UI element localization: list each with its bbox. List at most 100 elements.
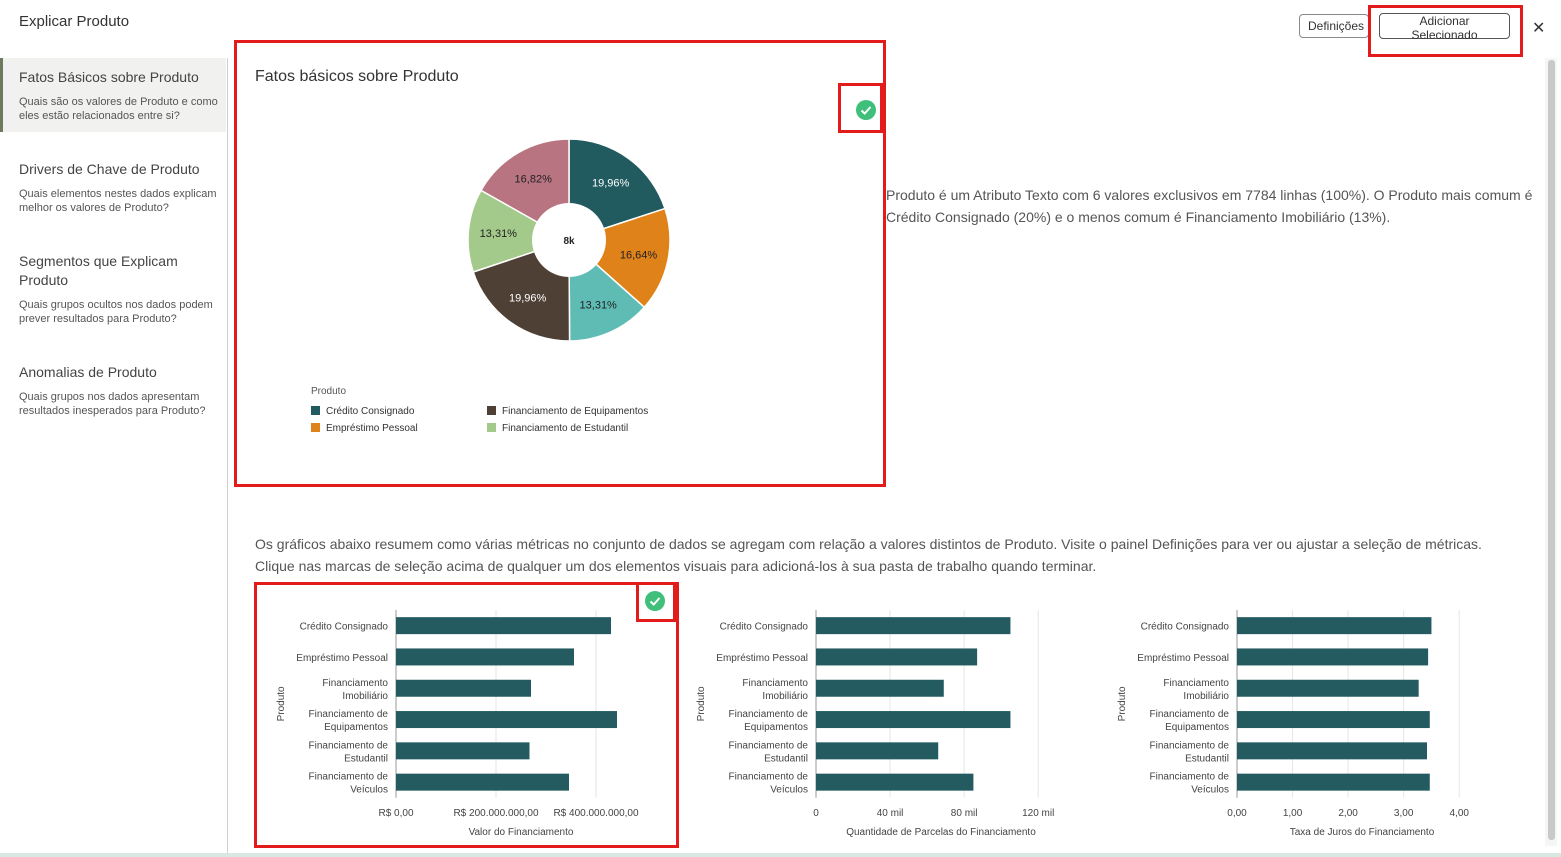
y-tick-label: Imobiliário xyxy=(342,691,388,702)
select-check-icon[interactable] xyxy=(856,100,876,120)
pie-slice-label: 19,96% xyxy=(592,178,630,190)
y-tick-label: Imobiliário xyxy=(762,691,808,702)
legend-item: Financiamento de Equipamentos xyxy=(487,406,648,417)
y-tick-label: Empréstimo Pessoal xyxy=(716,653,808,664)
pie-slice-label: 16,82% xyxy=(515,174,553,186)
sidebar-item-desc: Quais são os valores de Produto e como e… xyxy=(19,96,218,122)
sidebar-item-anomalies[interactable]: Anomalias de Produto Quais grupos nos da… xyxy=(0,353,226,423)
sidebar-item-desc: Quais elementos nestes dados explicam me… xyxy=(19,188,217,214)
panel-title: Fatos básicos sobre Produto xyxy=(255,68,459,85)
bar[interactable] xyxy=(816,742,939,760)
x-tick-label: 0,00 xyxy=(1227,808,1247,819)
legend-item: Financiamento de Estudantil xyxy=(487,423,628,434)
settings-button[interactable]: Definições xyxy=(1299,14,1369,38)
y-tick-label: Financiamento de xyxy=(309,740,389,751)
legend-label: Financiamento de Equipamentos xyxy=(502,406,649,417)
bar[interactable] xyxy=(1237,711,1430,729)
y-tick-label: Empréstimo Pessoal xyxy=(296,653,388,664)
sidebar-item-key-drivers[interactable]: Drivers de Chave de Produto Quais elemen… xyxy=(0,150,226,220)
x-tick-label: 120 mil xyxy=(1022,808,1054,819)
pie-slice-label: 19,96% xyxy=(509,293,547,305)
pie-center-label: 8k xyxy=(563,236,575,247)
bar[interactable] xyxy=(1237,617,1432,635)
y-tick-label: Estudantil xyxy=(764,753,808,764)
x-tick-label: 1,00 xyxy=(1283,808,1303,819)
y-tick-label: Empréstimo Pessoal xyxy=(1137,653,1229,664)
y-tick-label: Financiamento de xyxy=(729,772,809,783)
sidebar-item-segments[interactable]: Segmentos que Explicam Produto Quais gru… xyxy=(0,242,226,332)
y-tick-label: Crédito Consignado xyxy=(1141,622,1230,633)
y-tick-label: Equipamentos xyxy=(1165,722,1229,733)
bar[interactable] xyxy=(396,711,617,729)
x-tick-label: 0 xyxy=(813,808,819,819)
bar[interactable] xyxy=(396,742,530,760)
y-tick-label: Veículos xyxy=(770,785,808,796)
x-axis-title: Valor do Financiamento xyxy=(469,827,574,838)
select-check-icon[interactable] xyxy=(645,591,665,611)
y-tick-label: Estudantil xyxy=(1185,753,1229,764)
y-tick-label: Imobiliário xyxy=(1183,691,1229,702)
bar[interactable] xyxy=(1237,679,1419,697)
legend-swatch xyxy=(311,406,320,415)
x-tick-label: 3,00 xyxy=(1394,808,1414,819)
pie-slice-label: 16,64% xyxy=(620,250,658,262)
y-tick-label: Financiamento de xyxy=(309,772,389,783)
y-tick-label: Financiamento de xyxy=(1150,772,1230,783)
y-tick-label: Financiamento de xyxy=(1150,709,1230,720)
bar[interactable] xyxy=(1237,742,1427,760)
legend-item: Crédito Consignado xyxy=(311,406,414,417)
x-axis-title: Quantidade de Parcelas do Financiamento xyxy=(846,827,1036,838)
sidebar-item-title: Drivers de Chave de Produto xyxy=(19,161,200,177)
add-selected-button[interactable]: Adicionar Selecionado xyxy=(1379,13,1510,42)
y-tick-label: Equipamentos xyxy=(744,722,808,733)
sidebar-item-desc: Quais grupos ocultos nos dados podem pre… xyxy=(19,299,213,325)
bar[interactable] xyxy=(816,711,1011,729)
bar[interactable] xyxy=(396,648,574,666)
bar-chart-valor: Crédito Consignado Empréstimo Pessoal Fina… xyxy=(276,610,639,838)
x-tick-label: R$ 400.000.000,00 xyxy=(553,808,639,819)
legend-swatch xyxy=(487,406,496,415)
y-tick-label: Financiamento xyxy=(322,678,388,689)
y-tick-label: Financiamento de xyxy=(1150,740,1230,751)
x-tick-label: 2,00 xyxy=(1338,808,1358,819)
legend-label: Financiamento de Estudantil xyxy=(502,423,629,434)
sidebar-item-basic-facts[interactable]: Fatos Básicos sobre Produto Quais são os… xyxy=(0,58,226,132)
y-tick-label: Financiamento xyxy=(1163,678,1229,689)
sidebar-item-title: Anomalias de Produto xyxy=(19,364,157,380)
metrics-summary: Os gráficos abaixo resumem como várias m… xyxy=(255,536,1482,574)
bar[interactable] xyxy=(396,617,611,635)
y-tick-label: Veículos xyxy=(1191,785,1229,796)
sidebar-item-desc: Quais grupos nos dados apresentam result… xyxy=(19,391,206,417)
bar[interactable] xyxy=(1237,648,1429,666)
y-tick-label: Veículos xyxy=(350,785,388,796)
bar-chart-parcelas: Crédito Consignado Empréstimo Pessoal Fina… xyxy=(696,610,1054,838)
y-tick-label: Estudantil xyxy=(344,753,388,764)
y-axis-title: Produto xyxy=(1117,686,1128,721)
x-tick-label: 4,00 xyxy=(1449,808,1469,819)
bar[interactable] xyxy=(816,648,978,666)
bar-chart-juros: Crédito Consignado Empréstimo Pessoal Fina… xyxy=(1117,610,1469,838)
y-tick-label: Crédito Consignado xyxy=(300,622,389,633)
bar[interactable] xyxy=(816,617,1011,635)
bar[interactable] xyxy=(816,679,944,697)
pie-slice-label: 13,31% xyxy=(580,300,618,312)
y-tick-label: Crédito Consignado xyxy=(720,622,809,633)
close-icon[interactable]: ✕ xyxy=(1532,18,1545,38)
x-tick-label: 40 mil xyxy=(877,808,904,819)
bar[interactable] xyxy=(816,773,974,791)
pie-slice-label: 13,31% xyxy=(480,228,518,240)
y-tick-label: Financiamento de xyxy=(729,709,809,720)
bar[interactable] xyxy=(396,679,531,697)
legend-swatch xyxy=(487,423,496,432)
sidebar-item-title: Fatos Básicos sobre Produto xyxy=(19,69,199,85)
legend-label: Crédito Consignado xyxy=(326,406,415,417)
legend-item: Empréstimo Pessoal xyxy=(311,423,418,434)
y-axis-title: Produto xyxy=(696,686,707,721)
sidebar-item-title: Segmentos que Explicam Produto xyxy=(19,253,178,288)
bar[interactable] xyxy=(1237,773,1430,791)
dialog-title: Explicar Produto xyxy=(19,13,130,30)
scrollbar-thumb[interactable] xyxy=(1548,60,1555,840)
y-tick-label: Financiamento de xyxy=(729,740,809,751)
y-tick-label: Financiamento de xyxy=(309,709,389,720)
bar[interactable] xyxy=(396,773,569,791)
